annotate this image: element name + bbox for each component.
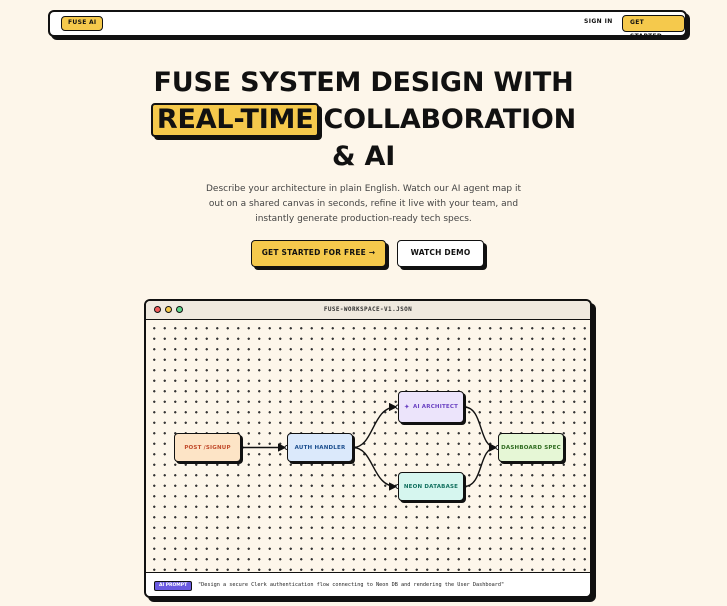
sign-in-link[interactable]: SIGN IN [584, 18, 613, 25]
edge-ai-dash [463, 406, 498, 452]
hero-subtitle: Describe your architecture in plain Engl… [206, 184, 521, 224]
node-post-signup[interactable]: POST /SIGNUP [174, 433, 241, 462]
edge-auth-ai [352, 402, 398, 449]
hero-highlight: REAL-TIME [150, 103, 320, 137]
node-auth-handler[interactable]: AUTH HANDLER [287, 433, 353, 462]
edge-neon-dash [463, 443, 498, 488]
hero-heading-line2: REAL-TIME COLLABORATION [0, 101, 727, 138]
workspace-titlebar: FUSE-WORKSPACE-V1.JSON [146, 301, 590, 320]
top-nav: FUSE AI SIGN IN GET STARTED [48, 10, 687, 40]
node-ai-architect-label: AI ARCHITECT [412, 404, 459, 410]
edge-auth-neon [352, 446, 398, 491]
get-started-free-button[interactable]: GET STARTED FOR FREE → [251, 240, 386, 267]
node-neon-database[interactable]: NEON DATABASE [398, 472, 464, 501]
nav-get-started-button[interactable]: GET STARTED [622, 15, 685, 40]
sparkle-icon: ✦ [403, 403, 410, 411]
workspace-title: FUSE-WORKSPACE-V1.JSON [323, 306, 413, 313]
hero-heading: FUSE SYSTEM DESIGN WITH REAL-TIME COLLABO… [0, 64, 727, 175]
watch-demo-button[interactable]: WATCH DEMO [397, 240, 484, 267]
hero-heading-line1: FUSE SYSTEM DESIGN WITH [153, 67, 574, 98]
hero-heading-line3: & AI [331, 141, 396, 172]
brand-logo[interactable]: FUSE AI [61, 16, 104, 31]
hero-heading-line2-rest: COLLABORATION [323, 104, 577, 135]
prompt-bar[interactable]: AI PROMPT "Design a secure Clerk authent… [146, 572, 590, 596]
node-ai-architect[interactable]: ✦ AI ARCHITECT [398, 391, 464, 423]
node-dashboard-spec[interactable]: DASHBOARD SPEC [498, 433, 564, 462]
prompt-text: "Design a secure Clerk authentication fl… [198, 582, 505, 588]
ai-prompt-badge: AI PROMPT [154, 581, 193, 591]
workspace-window: FUSE-WORKSPACE-V1.JSON POST /SIGNUP AUTH [144, 299, 592, 598]
workspace-canvas[interactable]: POST /SIGNUP AUTH HANDLER ✦ AI ARCHITECT… [146, 320, 590, 572]
